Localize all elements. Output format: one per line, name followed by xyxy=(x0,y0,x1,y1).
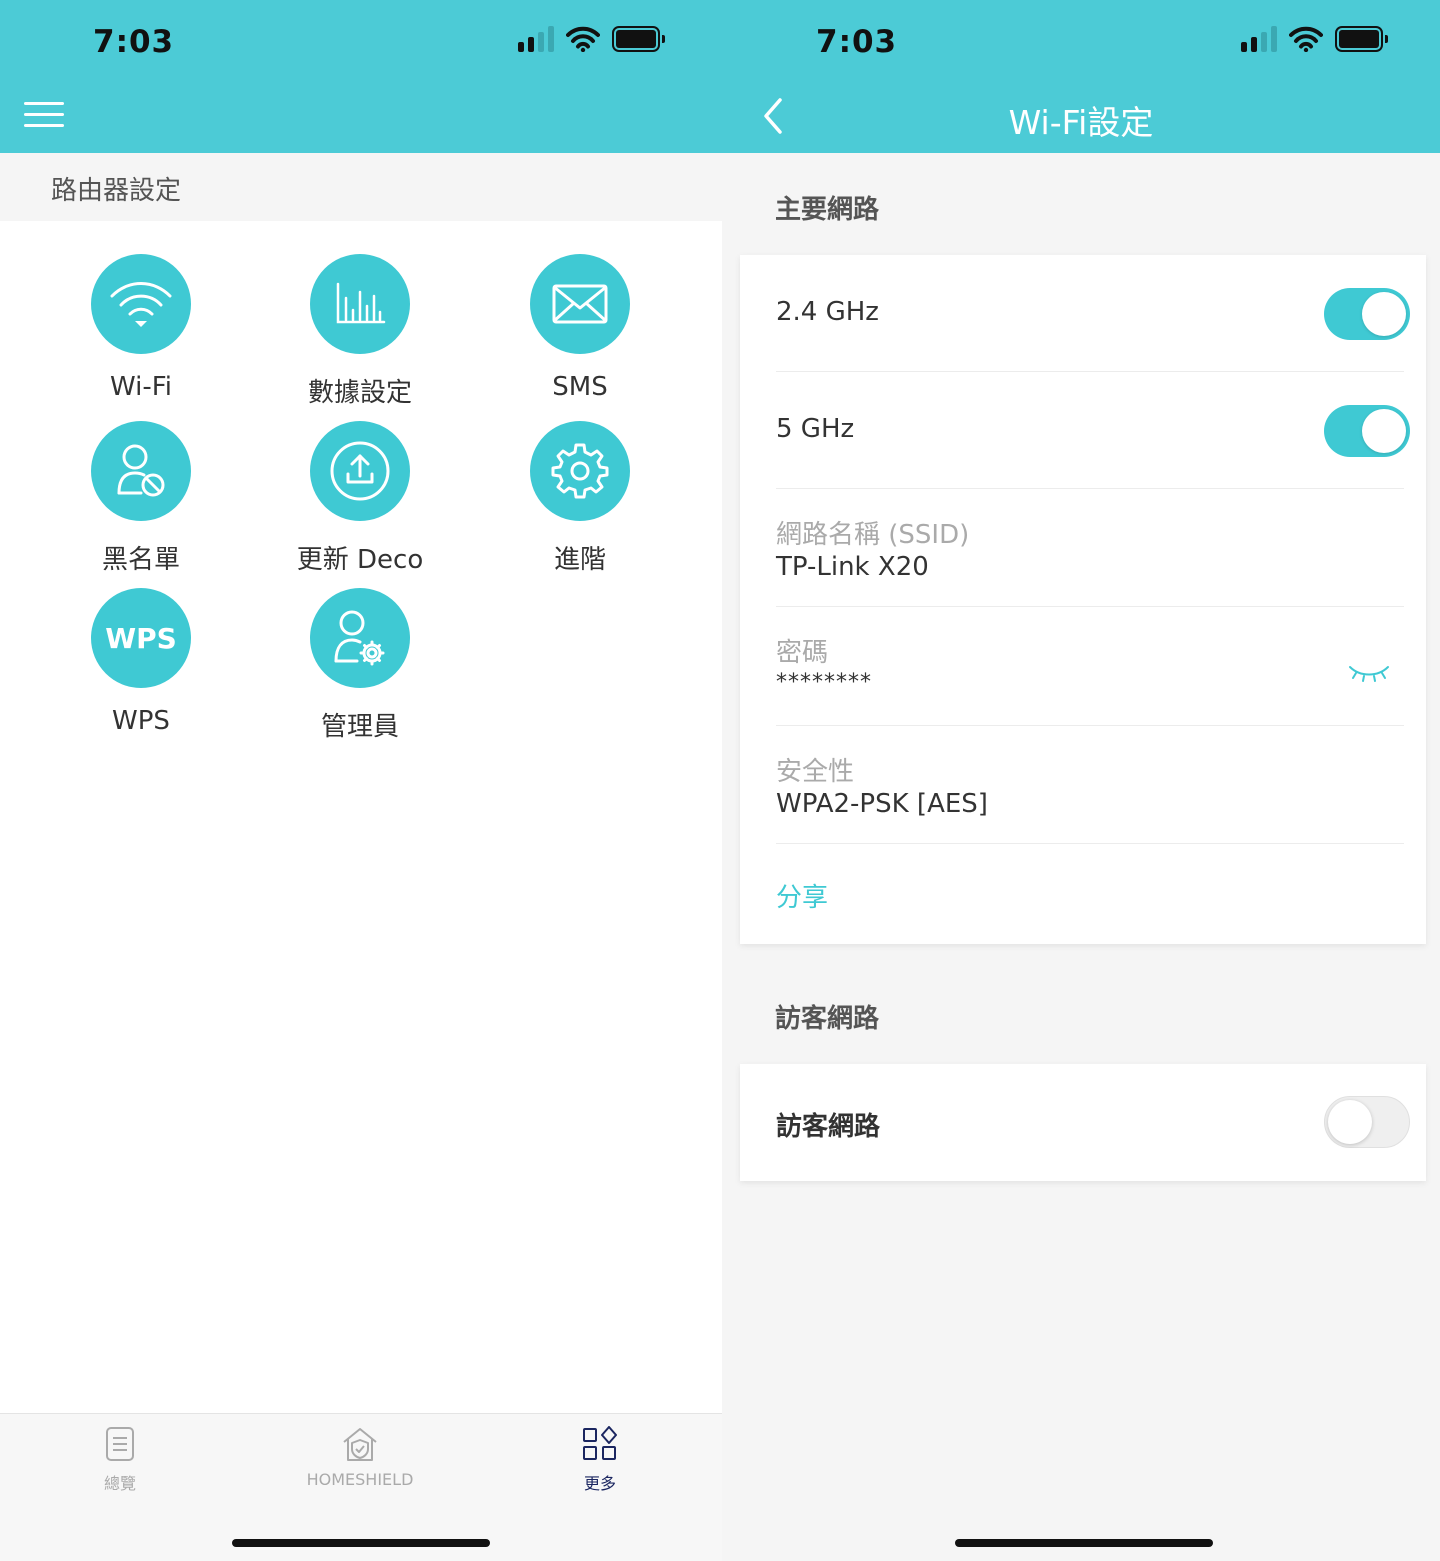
document-icon xyxy=(106,1427,134,1461)
gear-icon xyxy=(551,443,609,499)
wps-item[interactable]: WPS WPS xyxy=(51,588,231,736)
house-shield-icon xyxy=(343,1428,377,1461)
item-label: WPS xyxy=(112,706,170,736)
item-label: 更新 Deco xyxy=(296,545,424,575)
guest-network-row: 訪客網路 xyxy=(776,1064,1410,1181)
security-value: WPA2-PSK [AES] xyxy=(776,789,988,819)
item-label: Wi-Fi xyxy=(109,372,173,402)
password-row[interactable]: 密碼 ******** xyxy=(776,607,1404,726)
signal-icon xyxy=(1241,26,1277,52)
band-5-label: 5 GHz xyxy=(776,414,855,444)
guest-network-toggle[interactable] xyxy=(1324,1096,1410,1148)
envelope-icon xyxy=(552,284,608,324)
top-bar: 7:03 xyxy=(0,0,722,153)
home-indicator xyxy=(955,1539,1213,1547)
router-settings-screen: 7:03 路由器設定 Wi-Fi 數據設定 SMS 黑名單 更新 Deco 進階… xyxy=(0,0,722,1561)
wifi-settings-item[interactable]: Wi-Fi xyxy=(51,254,231,402)
wifi-status-icon xyxy=(1289,26,1323,52)
band-24-toggle[interactable] xyxy=(1324,288,1410,340)
security-label: 安全性 xyxy=(776,757,855,787)
band-5-row: 5 GHz xyxy=(776,372,1410,489)
main-network-card: 2.4 GHz 5 GHz 網路名稱 (SSID) TP-Link X20 密碼… xyxy=(740,255,1426,944)
item-label: 數據設定 xyxy=(307,378,412,408)
main-network-title: 主要網路 xyxy=(775,195,880,225)
advanced-item[interactable]: 進階 xyxy=(490,421,670,576)
band-5-toggle[interactable] xyxy=(1324,405,1410,457)
page-title: Wi-Fi設定 xyxy=(1008,103,1154,142)
user-settings-icon xyxy=(334,610,385,666)
signal-icon xyxy=(518,26,554,52)
wps-icon: WPS xyxy=(91,588,191,688)
eye-closed-icon[interactable] xyxy=(1348,663,1390,683)
guest-network-label: 訪客網路 xyxy=(776,1112,881,1142)
status-time: 7:03 xyxy=(816,24,898,60)
guest-network-card: 訪客網路 xyxy=(740,1064,1426,1181)
wifi-icon xyxy=(110,282,172,327)
user-blocked-icon xyxy=(117,444,165,497)
tab-overview[interactable]: 總覽 xyxy=(20,1426,220,1494)
bar-chart-icon xyxy=(336,282,386,324)
band-24-row: 2.4 GHz xyxy=(776,255,1410,372)
item-label: SMS xyxy=(552,372,608,402)
ssid-label: 網路名稱 (SSID) xyxy=(776,520,970,550)
wifi-settings-screen: 7:03 Wi-Fi設定 主要網路 2.4 GHz 5 GHz 網路名稱 (SS… xyxy=(722,0,1440,1561)
tab-more[interactable]: 更多 xyxy=(500,1426,700,1494)
item-label: 進階 xyxy=(553,545,606,575)
status-time: 7:03 xyxy=(93,24,175,60)
sms-item[interactable]: SMS xyxy=(490,254,670,402)
blacklist-item[interactable]: 黑名單 xyxy=(51,421,231,576)
section-header: 路由器設定 xyxy=(0,153,722,221)
battery-icon xyxy=(1335,26,1388,52)
wifi-status-icon xyxy=(566,26,600,52)
home-indicator xyxy=(232,1539,490,1547)
guest-network-title: 訪客網路 xyxy=(775,1004,880,1034)
password-label: 密碼 xyxy=(776,638,829,668)
bottom-tab-bar: 總覽 HOMESHIELD 更多 xyxy=(0,1413,722,1561)
admin-item[interactable]: 管理員 xyxy=(270,588,450,743)
section-title: 路由器設定 xyxy=(51,176,182,206)
data-settings-item[interactable]: 數據設定 xyxy=(270,254,450,409)
item-label: 黑名單 xyxy=(101,545,180,575)
update-deco-item[interactable]: 更新 Deco xyxy=(270,421,450,576)
upload-icon xyxy=(330,441,390,501)
ssid-value: TP-Link X20 xyxy=(776,552,929,582)
top-bar: 7:03 Wi-Fi設定 xyxy=(722,0,1440,153)
band-24-label: 2.4 GHz xyxy=(776,297,879,327)
share-link[interactable]: 分享 xyxy=(776,877,828,914)
tab-homeshield[interactable]: HOMESHIELD xyxy=(260,1426,460,1489)
menu-button[interactable] xyxy=(24,102,64,128)
security-row: 安全性 WPA2-PSK [AES] xyxy=(776,726,1404,844)
status-icons xyxy=(518,26,665,52)
ssid-row[interactable]: 網路名稱 (SSID) TP-Link X20 xyxy=(776,489,1404,607)
password-value: ******** xyxy=(776,670,872,695)
item-label: 管理員 xyxy=(320,712,399,742)
grid-more-icon xyxy=(583,1426,617,1460)
battery-icon xyxy=(612,26,665,52)
status-icons xyxy=(1241,26,1388,52)
